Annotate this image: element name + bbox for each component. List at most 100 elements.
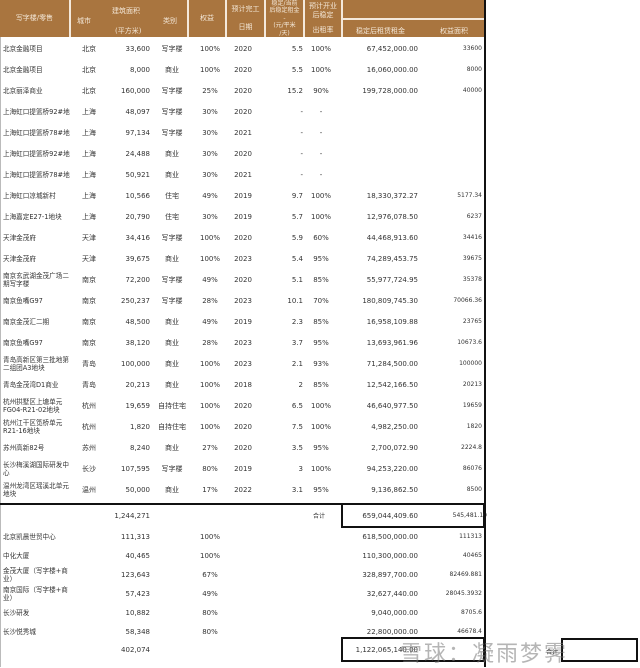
cell-equity-area: 111313 (459, 533, 482, 540)
cell-income: 46,640,977.50 (366, 401, 418, 410)
cell-area: 39,675 (125, 254, 151, 263)
table-row[interactable]: 南京国际（写字楼+商业） 57,423 49% 32,627,440.00 28045.… (0, 584, 484, 603)
cell-name: 上海虹口提篮桥78#地 (3, 128, 70, 137)
table-row[interactable]: 杭州拱墅区上塘单元FG04-R21-02地块 杭州 19,659 自持住宅 100% 20… (0, 395, 484, 416)
cell-income: 16,060,000.00 (366, 65, 418, 74)
cell-type: 住宅 (165, 212, 179, 221)
cell-equity: 100% (199, 401, 220, 410)
table-row[interactable]: 青岛金茂湾D1商业 青岛 20,213 商业 100% 2018 2 85% 12,542,16… (0, 374, 484, 395)
header-equity[interactable]: 权益 (189, 0, 227, 37)
cell-year: 2020 (234, 107, 252, 116)
table-row[interactable]: 南京金茂汇二期 南京 48,500 商业 49% 2019 2.3 85% 16,958,109… (0, 311, 484, 332)
cell-name: 杭州拱墅区上塘单元FG04-R21-02地块 (3, 397, 63, 414)
cell-type: 商业 (165, 485, 179, 494)
cell-rent: 5.9 (291, 233, 303, 242)
watermark: 雪球：凝雨梦霁 (400, 642, 569, 667)
cell-name: 青岛高新区第三批地第二组团A3地块 (3, 355, 69, 372)
table-row[interactable]: 中化大厦 40,465 100% 110,300,000.00 40465 (0, 546, 484, 565)
table-row[interactable]: 苏州高新82号 苏州 8,240 商业 27% 2020 3.5 95% 2,700,072.9… (0, 437, 484, 458)
table-row[interactable]: 长沙研发 10,882 80% 9,040,000.00 8705.6 (0, 603, 484, 622)
cell-occ: 100% (310, 422, 331, 431)
cell-year: 2020 (234, 401, 252, 410)
cell-city: 北京 (82, 65, 96, 74)
cell-equity: 49% (202, 589, 218, 598)
cell-area: 10,882 (125, 608, 151, 617)
table-row[interactable]: 北京凯晨世贸中心 111,313 100% 618,500,000.00 111313 (0, 527, 484, 546)
cell-rent: 5.4 (291, 254, 303, 263)
table-row[interactable]: 北京金融项目 北京 33,600 写字楼 100% 2020 5.5 100% 67,452,0… (0, 38, 484, 59)
table-row[interactable]: 北京金融项目 北京 8,000 商业 100% 2020 5.5 100% 16,060,000… (0, 59, 484, 80)
header-occupancy[interactable]: 预计开业 后稳定 出租率 (305, 0, 343, 37)
table-row[interactable]: 上海嘉定E27-1地块 上海 20,790 住宅 30% 2019 5.7 100% 12,97… (0, 206, 484, 227)
header-area: 建筑面积 (112, 7, 140, 15)
cell-equity: 49% (202, 317, 218, 326)
cell-year: 2020 (234, 86, 252, 95)
cell-city: 杭州 (82, 401, 96, 410)
table-row[interactable]: 上海虹口提篮桥78#地 上海 97,134 写字楼 30% 2021 - - (0, 122, 484, 143)
subtotal2-area: 402,074 (121, 645, 150, 654)
header-completion[interactable]: 预计完工 日期 (227, 0, 266, 37)
table-row[interactable]: 上海虹口提篮桥78#地 上海 50,921 商业 30% 2021 - - (0, 164, 484, 185)
cell-year: 2023 (234, 359, 252, 368)
table-row[interactable]: 天津金茂府 天津 34,416 写字楼 100% 2020 5.9 60% 44,468,913… (0, 227, 484, 248)
cell-area: 57,423 (125, 589, 151, 598)
cell-city: 北京 (82, 86, 96, 95)
header-rent[interactable]: 稳定/当前 后稳定租金 - (元/平米 /天) (266, 0, 305, 37)
cell-area: 10,566 (125, 191, 151, 200)
cell-equity: 30% (202, 149, 218, 158)
cell-equity-area: 19659 (462, 402, 482, 409)
cell-rent: 3.7 (291, 338, 303, 347)
cell-rent: - (300, 170, 303, 179)
cell-rent: 3 (298, 464, 303, 473)
subtotal1-income: 659,044,409.60 (362, 511, 418, 520)
table-row[interactable]: 天津金茂府 天津 39,675 商业 100% 2023 5.4 95% 74,289,453.… (0, 248, 484, 269)
table-row[interactable]: 温州龙湾区瑶溪北单元地块 温州 50,000 商业 17% 2022 3.1 95% 9,136… (0, 479, 484, 500)
cell-equity-area: 6237 (466, 213, 482, 220)
cell-income: 71,284,500.00 (366, 359, 418, 368)
cell-year: 2018 (234, 380, 252, 389)
cell-equity-area: 8000 (466, 66, 482, 73)
table-row[interactable]: 上海虹口提篮桥92#地 上海 24,488 商业 30% 2020 - - (0, 143, 484, 164)
cell-area: 72,200 (125, 275, 151, 284)
table-row[interactable]: 南京鱼嘴G97 南京 250,237 写字楼 28% 2023 10.1 70% 180,809… (0, 290, 484, 311)
header-occ-c: 出租率 (312, 26, 334, 34)
cell-city: 长沙 (82, 464, 96, 473)
table-row[interactable]: 青岛高新区第三批地第二组团A3地块 青岛 100,000 商业 100% 2023 2.1 9… (0, 353, 484, 374)
cell-name: 青岛金茂湾D1商业 (3, 380, 59, 389)
cell-name: 上海虹口提篮桥92#地 (3, 149, 70, 158)
cell-city: 温州 (82, 485, 96, 494)
table-row[interactable]: 杭州江干区笕桥单元R21-16地块 杭州 1,820 自持住宅 100% 2020 7.5 1… (0, 416, 484, 437)
cell-city: 青岛 (82, 359, 96, 368)
cell-area: 34,416 (125, 233, 151, 242)
cell-name: 北京凯晨世贸中心 (3, 532, 56, 541)
cell-type: 写字楼 (161, 86, 183, 95)
cell-income: 12,976,078.50 (366, 212, 418, 221)
cell-year: 2020 (234, 65, 252, 74)
table-row[interactable]: 北京丽泽商业 北京 160,000 写字楼 25% 2020 15.2 90% 199,728,… (0, 80, 484, 101)
header-equity-label: 权益 (200, 14, 214, 22)
table-row[interactable]: 金茂大厦（写字楼+商业） 123,643 67% 328,897,700.00 8246… (0, 565, 484, 584)
cell-area: 50,000 (125, 485, 151, 494)
cell-equity-area: 70066.36 (453, 297, 482, 304)
cell-equity-area: 28045.3932 (445, 590, 482, 597)
table-row[interactable]: 南京玄武湖金茂广场二期写字楼 南京 72,200 写字楼 49% 2020 5.1 85% 55… (0, 269, 484, 290)
table-row[interactable]: 长沙梅溪湖国际研发中心 长沙 107,595 写字楼 80% 2019 3 100% 94,25… (0, 458, 484, 479)
header-name[interactable]: 写字楼/零售 (0, 0, 71, 37)
cell-income (345, 164, 418, 185)
cell-area: 8,000 (129, 65, 150, 74)
header-occ-b: 后稳定 (312, 11, 334, 19)
spreadsheet: 写字楼/零售 城市 建筑面积 (平方米) 类别 权益 预计完工 日期 稳定/当前… (0, 0, 487, 667)
table-row[interactable]: 上海虹口提篮桥92#地 上海 48,097 写字楼 30% 2020 - - (0, 101, 484, 122)
cell-occ: 100% (310, 464, 331, 473)
cell-city: 天津 (82, 233, 96, 242)
cell-income: 67,452,000.00 (366, 44, 418, 53)
table-row[interactable]: 上海虹口凉城新村 上海 10,566 住宅 49% 2019 9.7 100% 18,330,3… (0, 185, 484, 206)
cell-equity: 100% (199, 532, 220, 541)
cell-rent: 15.2 (287, 86, 303, 95)
table-row[interactable]: 南京鱼嘴G97 南京 38,120 商业 28% 2023 3.7 95% 13,693,961… (0, 332, 484, 353)
cell-name: 南京玄武湖金茂广场二期写字楼 (3, 271, 69, 288)
cell-type: 商业 (165, 317, 179, 326)
cell-city: 苏州 (82, 443, 96, 452)
cell-equity-area: 39675 (462, 255, 482, 262)
cell-rent: 7.5 (291, 422, 303, 431)
